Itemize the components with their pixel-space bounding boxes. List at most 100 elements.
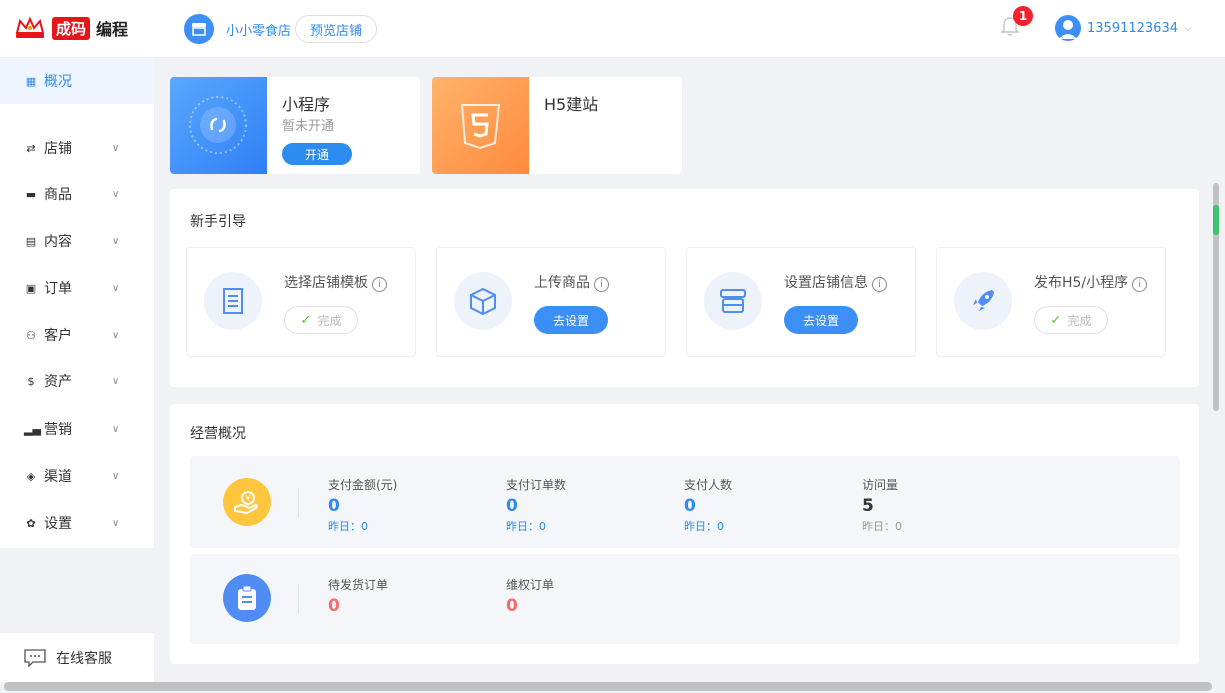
- sidebar-item-assets[interactable]: $ 资产 ∨: [0, 358, 154, 404]
- horizontal-scrollbar[interactable]: [4, 682, 1212, 691]
- metric-value: 0: [684, 496, 696, 516]
- shop-icon: [192, 23, 206, 36]
- preview-shop-button[interactable]: 预览店铺: [295, 15, 378, 43]
- shop-switcher[interactable]: 小小零食店 预览店铺: [184, 14, 378, 44]
- sidebar-item-label: 概况: [44, 74, 72, 90]
- customer-icon: ⚇: [26, 328, 36, 342]
- guide-step-label: 发布H5/小程序 i: [1034, 272, 1148, 292]
- metric-yesterday: 昨日：0: [328, 520, 368, 533]
- sidebar-item-label: 设置: [44, 516, 72, 532]
- metric-value: 0: [506, 596, 518, 616]
- check-icon: ✓: [300, 312, 312, 328]
- dollar-icon: $: [27, 374, 35, 388]
- metric-dispute-orders[interactable]: 维权订单 0: [506, 576, 554, 616]
- metric-label: 维权订单: [506, 578, 555, 592]
- sidebar-item-settings[interactable]: ✿ 设置 ∨: [0, 500, 154, 546]
- sidebar-item-orders[interactable]: ▣ 订单 ∨: [0, 265, 154, 311]
- sidebar-item-goods[interactable]: ▬ 商品 ∨: [0, 171, 154, 217]
- html5-icon: [460, 104, 501, 150]
- metric-visits[interactable]: 访问量 5 昨日：0: [862, 476, 902, 534]
- metric-label: 支付人数: [684, 478, 733, 492]
- h5-banner: [432, 77, 529, 174]
- metric-value: 0: [328, 496, 340, 516]
- guide-title: 新手引导: [190, 214, 246, 230]
- goods-icon: ▬: [25, 187, 37, 201]
- online-service-button[interactable]: 在线客服: [0, 632, 154, 682]
- sidebar-item-label: 客户: [44, 328, 72, 344]
- step-done-badge: ✓ 完成: [1034, 306, 1108, 334]
- metric-value: 0: [328, 596, 340, 616]
- sidebar-item-store[interactable]: ⇄ 店铺 ∨: [0, 125, 154, 171]
- chart-icon: ▂▄: [24, 422, 41, 436]
- user-icon: [1059, 20, 1077, 39]
- info-icon[interactable]: i: [1132, 277, 1148, 292]
- metric-label: 支付订单数: [506, 478, 567, 492]
- shop-avatar: [184, 14, 214, 44]
- metric-value: 5: [862, 496, 874, 516]
- chevron-down-icon: ∨: [112, 375, 120, 387]
- sidebar-item-label: 资产: [44, 374, 72, 390]
- guide-step-label: 设置店铺信息 i: [784, 272, 887, 292]
- sidebar-item-customers[interactable]: ⚇ 客户 ∨: [0, 312, 154, 358]
- miniprogram-banner: [170, 77, 267, 174]
- svg-text:¥: ¥: [245, 494, 250, 503]
- user-menu[interactable]: 13591123634 ⌵: [1055, 15, 1192, 41]
- metric-yesterday: 昨日：0: [506, 520, 546, 533]
- order-icon: ▣: [25, 281, 37, 295]
- layers-icon: ◈: [26, 469, 36, 483]
- shop-info-setup-button[interactable]: 去设置: [784, 306, 858, 334]
- chevron-down-icon: ⌵: [1183, 22, 1192, 34]
- sidebar-item-label: 订单: [44, 281, 72, 297]
- sidebar-item-marketing[interactable]: ▂▄ 营销 ∨: [0, 406, 154, 452]
- guide-step-label: 选择店铺模板 i: [284, 272, 387, 292]
- info-icon[interactable]: i: [594, 277, 609, 292]
- metric-payer-count[interactable]: 支付人数 0 昨日：0: [684, 476, 732, 534]
- chevron-down-icon: ∨: [112, 329, 120, 341]
- storefront-icon: [704, 272, 762, 330]
- step-action-text: 完成: [1067, 313, 1092, 328]
- brand-logo[interactable]: 成码 编程: [14, 16, 128, 40]
- chevron-down-icon: ∨: [112, 188, 120, 200]
- divider: [298, 488, 299, 518]
- sidebar-item-label: 营销: [44, 422, 72, 438]
- chat-icon: [24, 648, 46, 667]
- metric-order-count[interactable]: 支付订单数 0 昨日：0: [506, 476, 566, 534]
- guide-step-publish: 发布H5/小程序 i ✓ 完成: [936, 247, 1166, 357]
- open-miniprogram-button[interactable]: 开通: [282, 143, 352, 165]
- online-service-label: 在线客服: [56, 650, 112, 667]
- metric-pending-shipment[interactable]: 待发货订单 0: [328, 576, 388, 616]
- chevron-down-icon: ∨: [112, 470, 120, 482]
- shop-name: 小小零食店: [226, 23, 292, 39]
- chevron-down-icon: ∨: [112, 517, 120, 529]
- scroll-indicator: [1213, 205, 1219, 235]
- chevron-down-icon: ∨: [112, 282, 120, 294]
- sidebar-item-overview[interactable]: ▦ 概况: [0, 58, 154, 104]
- overview-payment-row: ¥ 支付金额(元) 0 昨日：0 支付订单数 0 昨日：0 支付人数 0 昨日：…: [190, 456, 1180, 548]
- business-overview-panel: 经营概况 ¥ 支付金额(元) 0 昨日：0 支付订单数 0 昨日：0 支付人数 …: [170, 404, 1199, 664]
- sidebar-item-content[interactable]: ▤ 内容 ∨: [0, 218, 154, 264]
- rocket-icon: [954, 272, 1012, 330]
- info-icon[interactable]: i: [872, 277, 887, 292]
- upload-goods-setup-button[interactable]: 去设置: [534, 306, 608, 334]
- chevron-down-icon: ∨: [112, 235, 120, 247]
- brand-name: 编程: [96, 20, 129, 39]
- miniprogram-icon: [189, 96, 247, 154]
- grid-icon: ▦: [25, 74, 37, 88]
- sidebar-item-label: 渠道: [44, 469, 72, 485]
- metric-label: 支付金额(元): [328, 478, 398, 492]
- metric-label: 访问量: [862, 478, 899, 492]
- guide-step-template: 选择店铺模板 i ✓ 完成: [186, 247, 416, 357]
- brand-tag: 成码: [52, 16, 91, 40]
- payment-hand-icon: ¥: [223, 478, 271, 526]
- sidebar-item-label: 店铺: [44, 141, 72, 157]
- gear-icon: ✿: [26, 516, 36, 530]
- chevron-down-icon: ∨: [112, 142, 120, 154]
- beginner-guide-panel: 新手引导 选择店铺模板 i ✓ 完成 上传商品 i 去设置 设置店铺信息 i 去设置 发…: [170, 189, 1199, 387]
- sidebar-item-channels[interactable]: ◈ 渠道 ∨: [0, 453, 154, 499]
- step-label-text: 上传商品: [534, 275, 590, 291]
- chevron-down-icon: ∨: [112, 423, 120, 435]
- info-icon[interactable]: i: [372, 277, 387, 292]
- miniprogram-card: 小程序 暂未开通 开通: [170, 77, 420, 174]
- metric-payment-amount[interactable]: 支付金额(元) 0 昨日：0: [328, 476, 397, 534]
- check-icon: ✓: [1050, 312, 1062, 328]
